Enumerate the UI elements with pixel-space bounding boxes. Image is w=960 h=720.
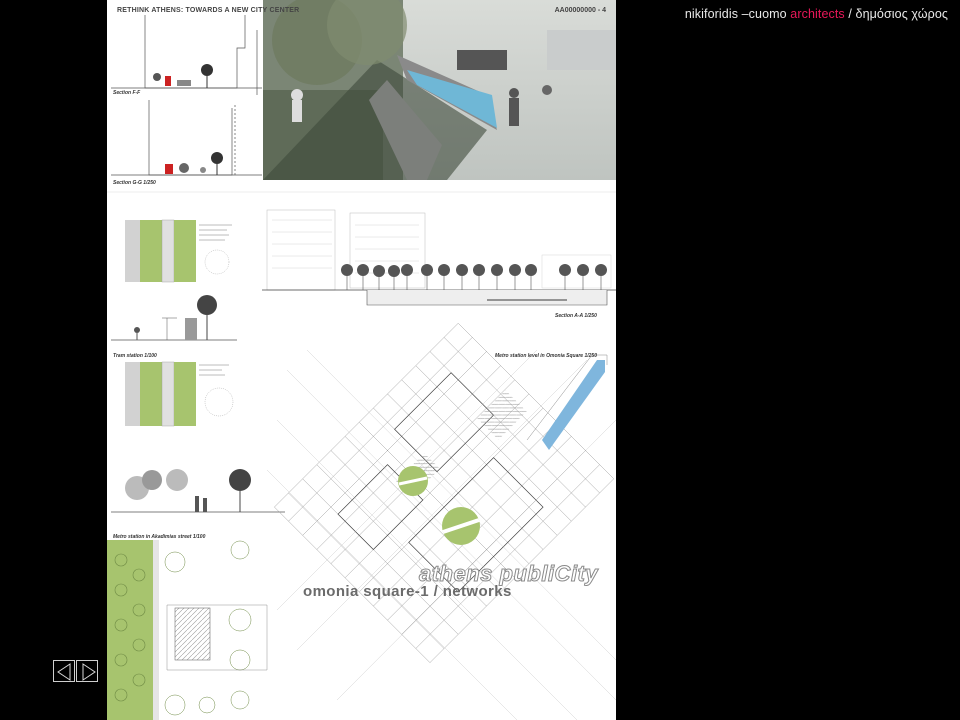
presentation-header: nikiforidis –cuomo architects / δημόσιος…: [685, 7, 948, 21]
section-ff-trees: [153, 64, 213, 88]
next-slide-button[interactable]: [76, 660, 98, 682]
akadimias-plan: [107, 540, 268, 720]
caption-metro-omonia: Metro station level in Omonia Square 1/2…: [495, 353, 597, 359]
section-aa-trees: [341, 264, 607, 290]
poster-code: AA00000000 - 4: [554, 7, 606, 14]
prev-arrow-icon: [57, 663, 71, 681]
tram-section: [111, 295, 237, 341]
caption-section-ff: Section F-F: [113, 90, 141, 96]
hero-render: [263, 0, 616, 180]
poster-title: RETHINK ATHENS: TOWARDS A NEW CITY CENTE…: [117, 7, 300, 14]
caption-metro-akadimias: Metro station in Akadimias street 1/100: [113, 534, 206, 540]
section-aa: [262, 209, 616, 306]
next-arrow-icon: [82, 663, 96, 681]
topic-label: δημόσιος χώρος: [855, 7, 948, 21]
architects-label: architects: [790, 7, 845, 21]
poster-subtitle: omonia square-1 / networks: [303, 583, 512, 600]
section-gg-trees: [165, 152, 223, 175]
tram-plan-top: [125, 219, 232, 283]
studio-name: nikiforidis –cuomo: [684, 7, 787, 21]
poster-drawings: [107, 0, 616, 720]
tram-plan-bottom: [125, 361, 234, 427]
caption-section-aa: Section A-A 1/250: [555, 313, 597, 319]
header-separator: /: [848, 7, 852, 21]
slide-navigation: [53, 660, 98, 682]
street-section: [111, 469, 285, 513]
caption-tram-station: Tram station 1/100: [113, 353, 157, 359]
omonia-plan: [266, 322, 616, 720]
poster-sheet: RETHINK ATHENS: TOWARDS A NEW CITY CENTE…: [107, 0, 616, 720]
previous-slide-button[interactable]: [53, 660, 75, 682]
caption-section-gg: Section G-G 1/250: [113, 180, 156, 186]
